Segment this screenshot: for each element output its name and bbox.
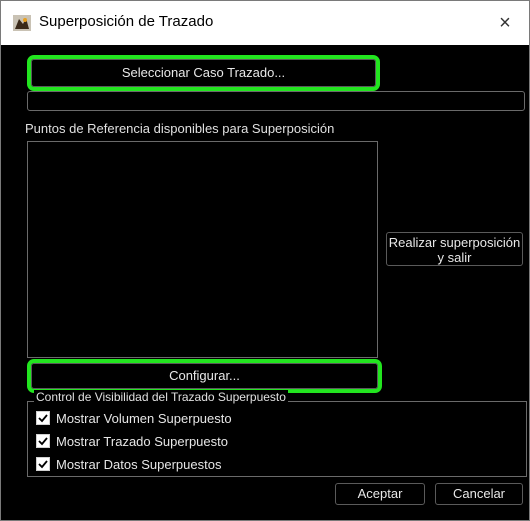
- checkbox-checked-icon[interactable]: [36, 434, 50, 448]
- show-overlay-data-checkbox[interactable]: Mostrar Datos Superpuestos: [36, 455, 221, 473]
- reference-points-label: Puntos de Referencia disponibles para Su…: [25, 121, 335, 136]
- reference-points-list[interactable]: [27, 141, 378, 358]
- overlay-dialog: Superposición de Trazado × Seleccionar C…: [0, 0, 530, 521]
- checkbox-checked-icon[interactable]: [36, 457, 50, 471]
- select-case-button[interactable]: Seleccionar Caso Trazado...: [27, 55, 380, 91]
- checkbox-label: Mostrar Datos Superpuestos: [56, 456, 222, 472]
- checkbox-label: Mostrar Trazado Superpuesto: [56, 433, 228, 449]
- title-bar: Superposición de Trazado ×: [1, 1, 529, 45]
- checkbox-checked-icon[interactable]: [36, 411, 50, 425]
- show-overlay-trace-checkbox[interactable]: Mostrar Trazado Superpuesto: [36, 432, 228, 450]
- overlay-and-exit-button[interactable]: Realizar superposición y salir: [386, 232, 523, 266]
- show-overlay-volume-checkbox[interactable]: Mostrar Volumen Superpuesto: [36, 409, 232, 427]
- dialog-body: Seleccionar Caso Trazado... Puntos de Re…: [1, 45, 529, 520]
- visibility-group-title: Control de Visibilidad del Trazado Super…: [34, 390, 288, 404]
- app-icon: [13, 15, 31, 31]
- case-path-field: [27, 91, 525, 111]
- accept-button[interactable]: Aceptar: [335, 483, 425, 505]
- window-title: Superposición de Trazado: [39, 13, 214, 30]
- cancel-button[interactable]: Cancelar: [435, 483, 523, 505]
- checkbox-label: Mostrar Volumen Superpuesto: [56, 410, 232, 426]
- configure-button[interactable]: Configurar...: [27, 359, 382, 393]
- close-icon[interactable]: ×: [491, 9, 519, 37]
